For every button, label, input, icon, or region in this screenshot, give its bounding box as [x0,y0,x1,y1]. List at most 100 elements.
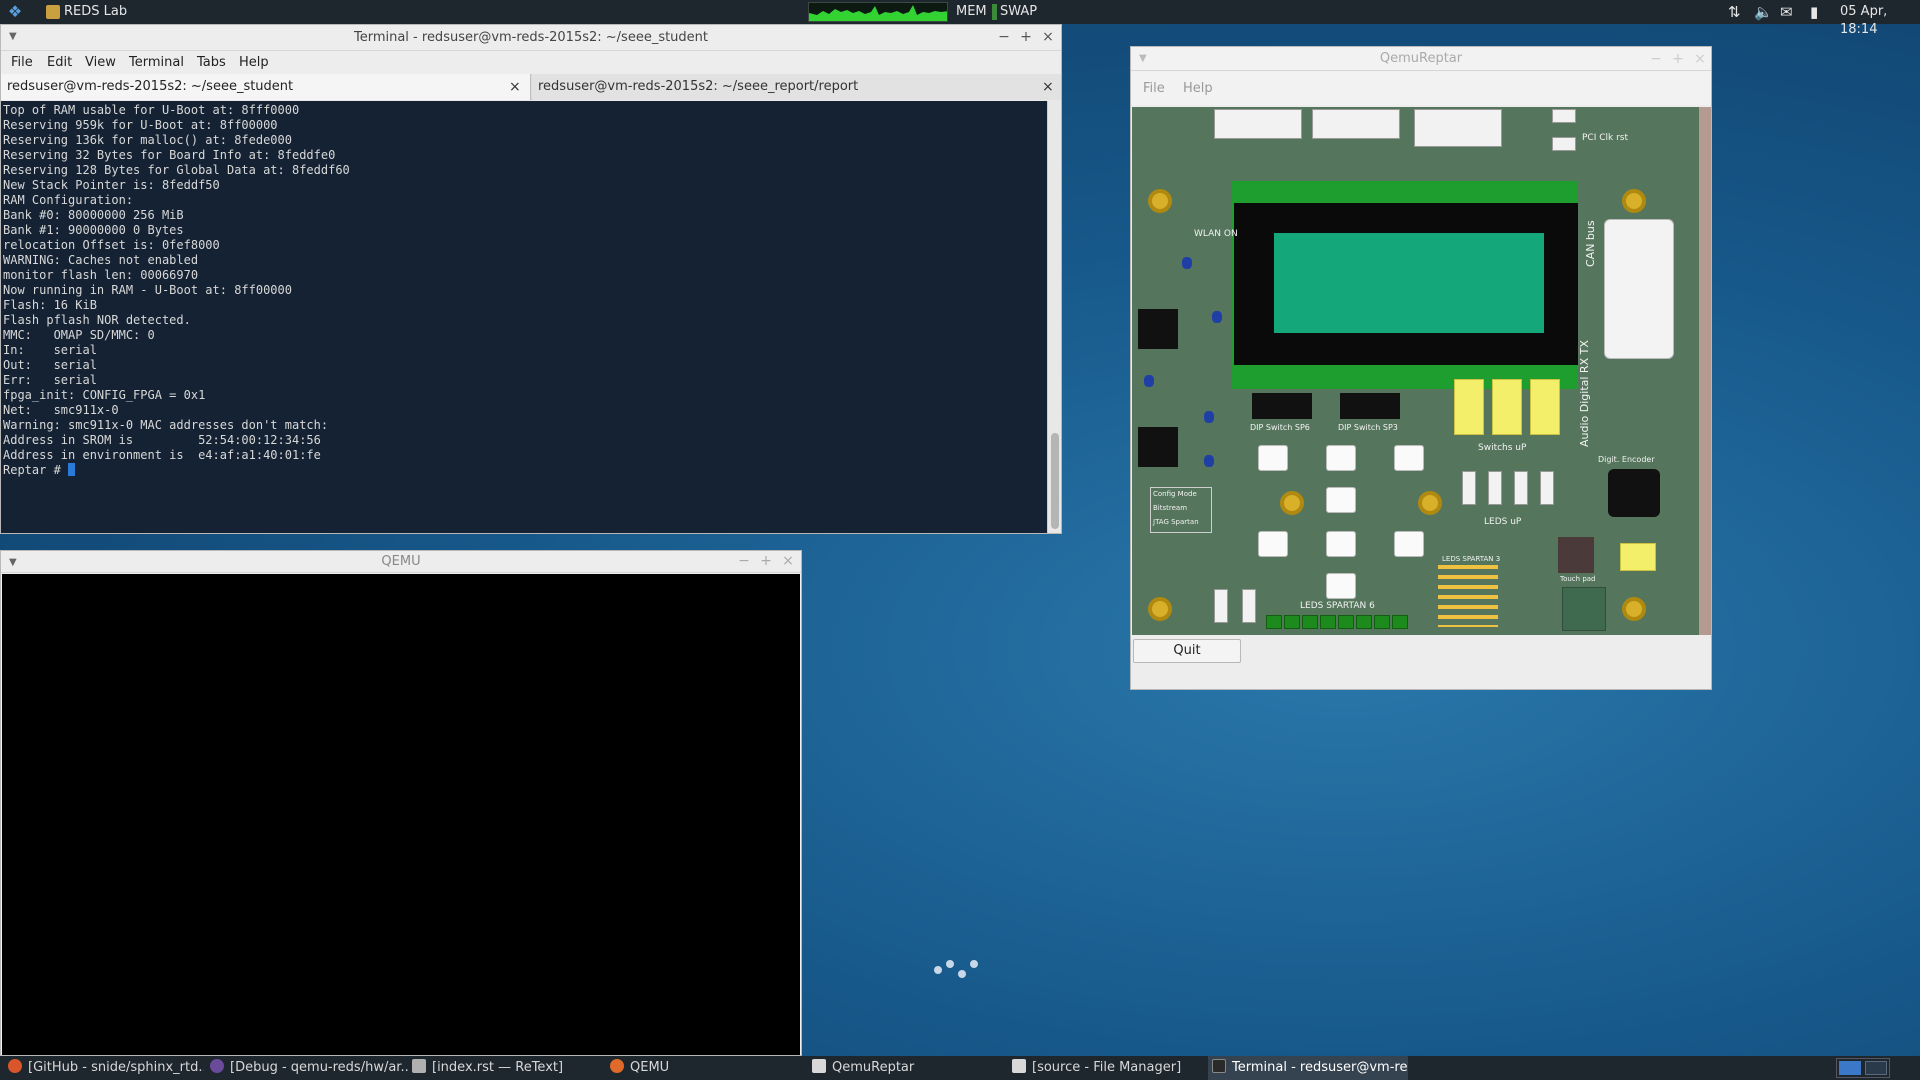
terminal-line: Now running in RAM - U-Boot at: 8ff00000 [3,283,292,297]
clock[interactable]: 05 Apr, 18:14 [1840,3,1920,39]
slide-switch[interactable] [1462,471,1476,505]
maximize-icon[interactable]: + [757,552,775,570]
button-small[interactable] [1552,109,1576,123]
push-button-sw[interactable] [1394,445,1424,471]
terminal-line: Reserving 128 Bytes for Global Data at: … [3,163,350,177]
button-small[interactable] [1552,137,1576,151]
taskbar-item-debug[interactable]: [Debug - qemu-reds/hw/ar... [210,1056,408,1080]
terminal-scrollbar[interactable] [1047,101,1061,533]
push-button-sw[interactable] [1258,531,1288,557]
battery-icon[interactable]: ▮ [1810,2,1818,22]
taskbar-item-retext[interactable]: [index.rst — ReText] [412,1056,602,1080]
workspace-2[interactable] [1865,1061,1887,1075]
network-icon[interactable]: ⇅ [1728,2,1741,22]
push-button-sw[interactable] [1326,445,1356,471]
terminal-cursor [68,463,76,476]
switch-up-1[interactable] [1454,379,1484,435]
slide-switch[interactable] [1214,589,1228,623]
cpu-graph-plot [809,5,947,21]
qemu-titlebar[interactable]: ▼ QEMU − + × [1,551,801,573]
taskbar-item-label: Terminal - redsuser@vm-re... [1232,1060,1408,1075]
tab-close-icon[interactable]: × [1042,74,1054,100]
folder-icon [1012,1059,1026,1073]
terminal-titlebar[interactable]: ▼ Terminal - redsuser@vm-reds-2015s2: ~/… [1,25,1061,51]
switch-up-2[interactable] [1492,379,1522,435]
config-mode-label: Config Mode [1153,490,1197,498]
terminal-tab-seee-student[interactable]: redsuser@vm-reds-2015s2: ~/seee_student … [1,74,531,100]
dip-switch-sp6[interactable] [1252,393,1312,419]
dip-sp3-label: DIP Switch SP3 [1338,423,1398,432]
qemu-icon [610,1059,624,1073]
window-icon [812,1059,826,1073]
led-spartan6 [1338,615,1354,629]
push-button-sw[interactable] [1326,487,1356,513]
dip-switch-sp3[interactable] [1340,393,1400,419]
minimize-icon[interactable]: − [735,552,753,570]
menu-help[interactable]: Help [1183,81,1213,96]
menu-terminal[interactable]: Terminal [129,55,184,70]
push-button-sw[interactable] [1258,445,1288,471]
menu-help[interactable]: Help [239,55,269,70]
minimize-icon[interactable]: − [1647,50,1665,68]
qemureptar-titlebar[interactable]: ▼ QemuReptar − + × [1131,47,1711,71]
terminal-line: Reserving 32 Bytes for Board Info at: 8f… [3,148,336,162]
menu-file[interactable]: File [11,55,33,70]
terminal-output[interactable]: Top of RAM usable for U-Boot at: 8fff000… [1,101,1047,533]
menu-file[interactable]: File [1143,81,1165,96]
push-button-sw[interactable] [1326,531,1356,557]
reds-lab-launcher[interactable]: REDS Lab [64,3,127,21]
qemureptar-menubar: File Help [1131,71,1711,105]
maximize-icon[interactable]: + [1669,50,1687,68]
slide-switch[interactable] [1242,589,1256,623]
tab-close-icon[interactable]: × [509,74,521,100]
mem-label: MEM [956,4,987,19]
push-button-sw[interactable] [1394,531,1424,557]
mail-icon[interactable]: ✉ [1780,2,1793,22]
close-icon[interactable]: × [1039,28,1057,46]
terminal-line: Flash pflash NOR detected. [3,313,191,327]
menu-tabs[interactable]: Tabs [197,55,226,70]
taskbar-item-file-manager[interactable]: [source - File Manager] [1012,1056,1204,1080]
switch-up-3[interactable] [1530,379,1560,435]
rotary-encoder[interactable] [1608,469,1660,517]
taskbar-item-qemureptar[interactable]: QemuReptar [812,1056,1002,1080]
dip-header[interactable] [1312,109,1400,139]
taskbar-item-label: [Debug - qemu-reds/hw/ar... [230,1060,408,1075]
terminal-tab-seee-report[interactable]: redsuser@vm-reds-2015s2: ~/seee_report/r… [532,74,1061,100]
minimize-icon[interactable]: − [995,28,1013,46]
slide-switch[interactable] [1488,471,1502,505]
terminal-line: Net: smc911x-0 [3,403,119,417]
menu-view[interactable]: View [85,55,116,70]
taskbar-item-github[interactable]: [GitHub - snide/sphinx_rtd... [8,1056,204,1080]
terminal-line: Bank #1: 90000000 0 Bytes [3,223,184,237]
slide-switch[interactable] [1540,471,1554,505]
taskbar-item-label: [index.rst — ReText] [432,1060,564,1075]
workspace-1[interactable] [1839,1061,1861,1075]
qemu-display[interactable] [2,574,800,1055]
reds-lab-icon[interactable] [46,5,60,19]
taskbar-item-terminal[interactable]: Terminal - redsuser@vm-re... [1208,1056,1408,1080]
close-icon[interactable]: × [1691,50,1709,68]
led-spartan6 [1374,615,1390,629]
audio-digital-label: Audio Digital RX TX [1578,340,1591,447]
terminal-line: RAM Configuration: [3,193,134,207]
terminal-line: monitor flash len: 00066970 [3,268,199,282]
slide-switch[interactable] [1514,471,1528,505]
maximize-icon[interactable]: + [1017,28,1035,46]
ic-chip [1138,427,1178,467]
push-button-sw[interactable] [1326,573,1356,599]
terminal-scrollbar-thumb[interactable] [1051,433,1059,529]
menu-edit[interactable]: Edit [47,55,72,70]
dip-header[interactable] [1414,109,1502,147]
volume-icon[interactable]: 🔈 [1754,2,1773,22]
taskbar-item-qemu[interactable]: QEMU [610,1056,800,1080]
firefox-icon [8,1059,22,1073]
applications-menu-icon[interactable]: ❖ [6,3,24,21]
touch-pad[interactable] [1562,587,1606,631]
workspace-pager[interactable] [1836,1058,1890,1078]
terminal-line: Warning: smc911x-0 MAC addresses don't m… [3,418,329,432]
close-icon[interactable]: × [779,552,797,570]
dip-header[interactable] [1214,109,1302,139]
terminal-prompt-line[interactable]: Reptar # [3,463,1045,478]
quit-button[interactable]: Quit [1133,639,1241,663]
